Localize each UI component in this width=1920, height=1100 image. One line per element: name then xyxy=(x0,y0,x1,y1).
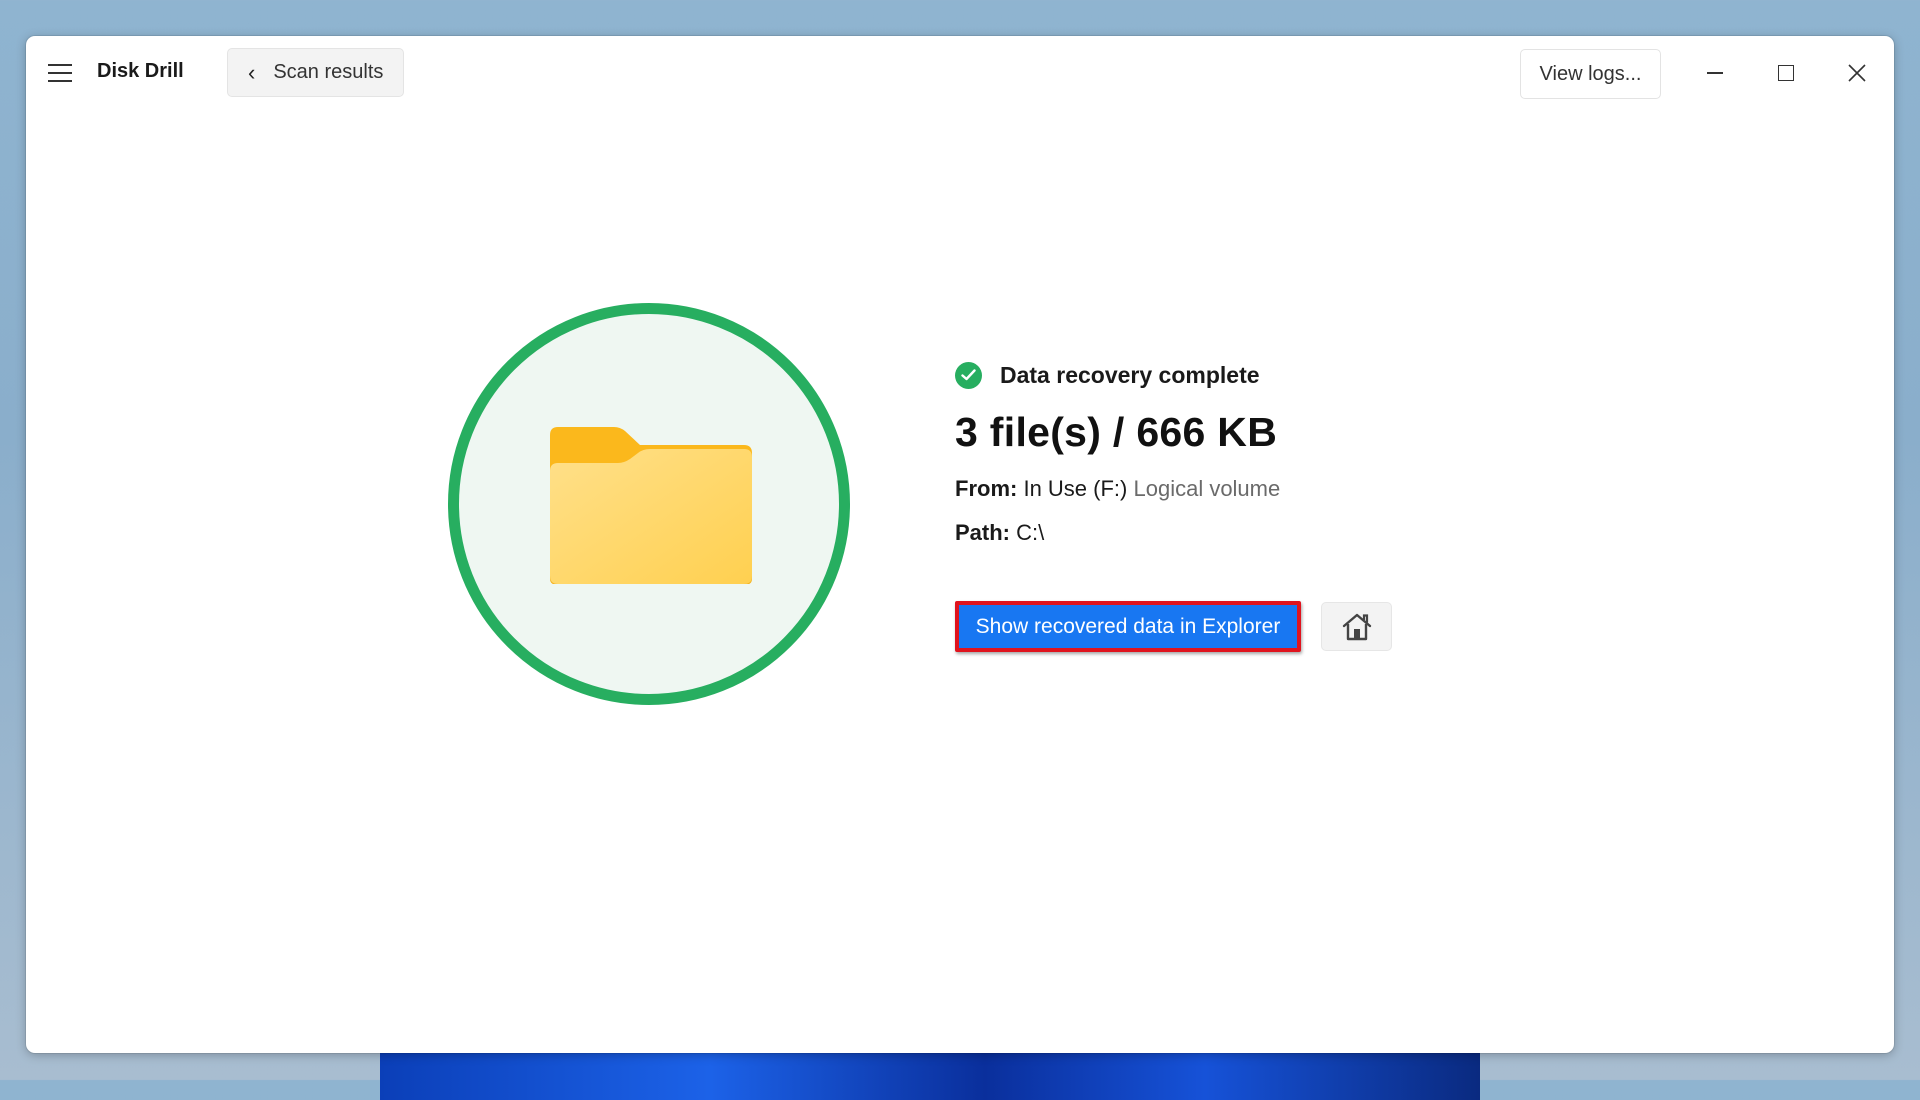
view-logs-button[interactable]: View logs... xyxy=(1520,49,1661,99)
from-label: From: xyxy=(955,476,1018,501)
scan-results-back-button[interactable]: ‹ Scan results xyxy=(227,48,404,97)
from-value: In Use (F:) xyxy=(1023,476,1128,501)
action-row: Show recovered data in Explorer xyxy=(955,601,1392,652)
back-button-label: Scan results xyxy=(273,61,384,83)
close-icon xyxy=(1848,64,1866,82)
maximize-icon xyxy=(1778,65,1794,81)
path-label: Path: xyxy=(955,520,1010,545)
status-row: Data recovery complete xyxy=(955,359,1280,391)
path-value: C:\ xyxy=(1016,520,1045,545)
show-in-explorer-button[interactable]: Show recovered data in Explorer xyxy=(955,601,1301,652)
home-button[interactable] xyxy=(1321,602,1392,651)
app-window: Disk Drill ‹ Scan results View logs... D… xyxy=(26,36,1894,1053)
minimize-button[interactable] xyxy=(1692,50,1738,96)
recovery-info: Data recovery complete 3 file(s) / 666 K… xyxy=(955,359,1280,546)
folder-icon xyxy=(550,427,752,584)
from-type: Logical volume xyxy=(1133,476,1281,501)
chevron-left-icon: ‹ xyxy=(248,59,256,85)
app-title: Disk Drill xyxy=(97,60,184,82)
menu-icon[interactable] xyxy=(48,64,72,82)
recovery-summary: 3 file(s) / 666 KB xyxy=(955,409,1278,455)
close-button[interactable] xyxy=(1834,50,1880,96)
maximize-button[interactable] xyxy=(1763,50,1809,96)
path-line: Path: C:\ xyxy=(955,520,1280,546)
minimize-icon xyxy=(1707,72,1723,74)
status-text: Data recovery complete xyxy=(1000,361,1260,388)
title-bar: Disk Drill ‹ Scan results View logs... xyxy=(26,36,1894,116)
check-circle-icon xyxy=(955,361,982,389)
home-icon xyxy=(1342,613,1371,640)
from-line: From: In Use (F:) Logical volume xyxy=(955,476,1280,502)
